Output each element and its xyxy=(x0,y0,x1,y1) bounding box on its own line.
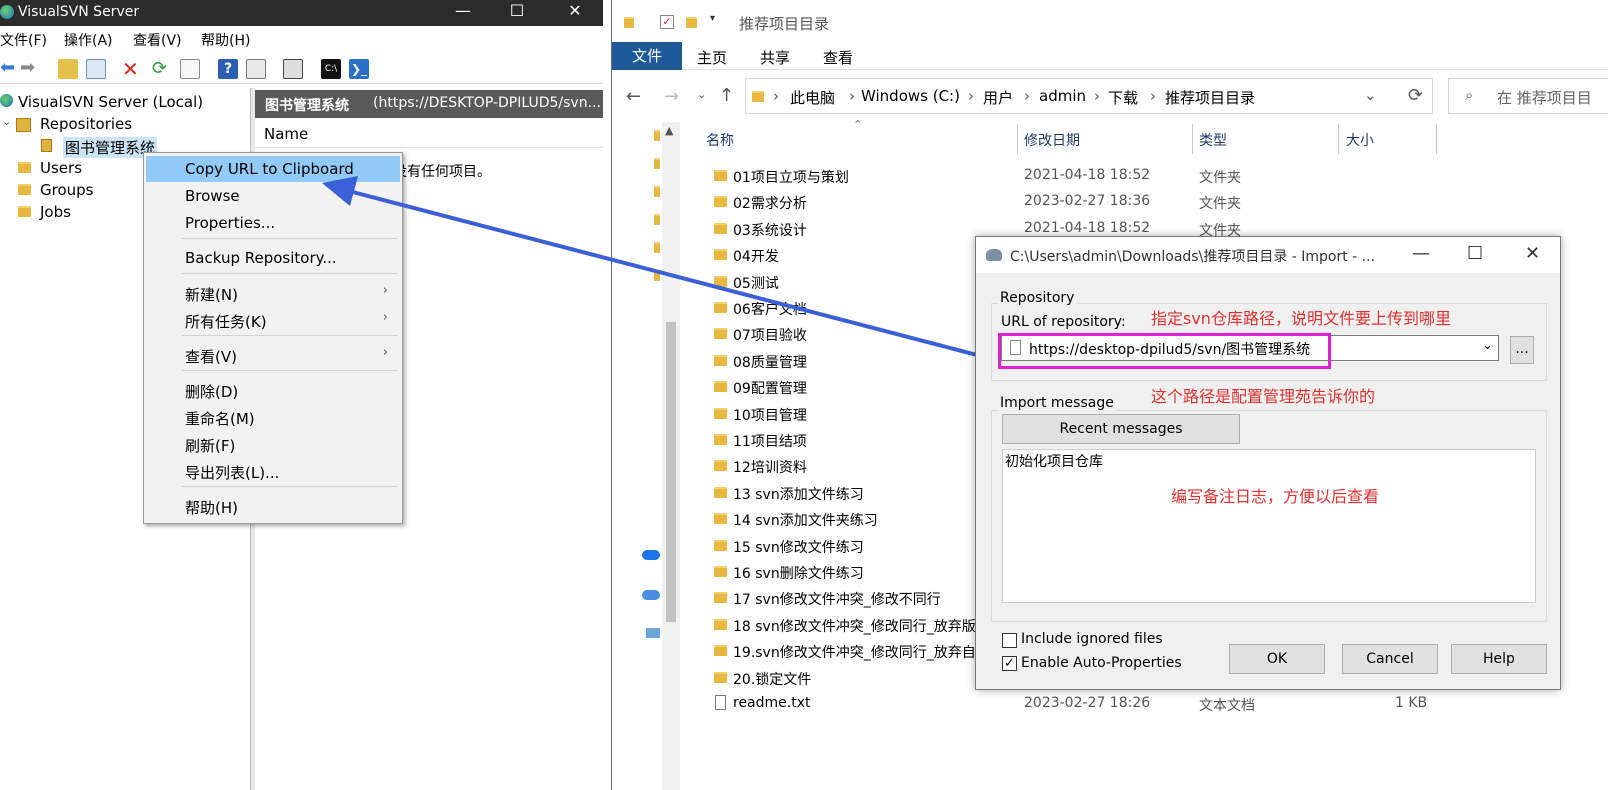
dialog-minimize-button[interactable]: — xyxy=(1412,243,1430,264)
dialog-titlebar: C:\Users\admin\Downloads\推荐项目目录 - Import… xyxy=(976,237,1560,273)
annotation-note-2: 这个路径是配置管理苑告诉你的 xyxy=(1151,387,1376,406)
ok-button[interactable]: OK xyxy=(1229,644,1325,674)
cancel-button[interactable]: Cancel xyxy=(1342,644,1438,674)
url-label: URL of repository: xyxy=(1001,314,1126,330)
message-text: 初始化项目仓库 xyxy=(1005,454,1103,470)
auto-props-label: Enable Auto-Properties xyxy=(1021,655,1182,671)
repository-group-label: Repository xyxy=(998,290,1077,306)
import-dialog: C:\Users\admin\Downloads\推荐项目目录 - Import… xyxy=(975,236,1561,690)
url-highlight-box xyxy=(998,333,1331,369)
dialog-maximize-button[interactable]: ☐ xyxy=(1467,243,1483,264)
auto-props-checkbox[interactable]: ✓ xyxy=(1002,656,1017,671)
recent-messages-button[interactable]: Recent messages xyxy=(1002,414,1240,444)
url-dropdown-icon[interactable]: ⌄ xyxy=(1482,338,1493,353)
dialog-title: C:\Users\admin\Downloads\推荐项目目录 - Import… xyxy=(1010,249,1376,265)
help-button[interactable]: Help xyxy=(1451,644,1547,674)
browse-repo-button[interactable]: ... xyxy=(1510,336,1534,364)
include-ignored-label: Include ignored files xyxy=(1021,631,1163,647)
tortoise-icon xyxy=(986,249,1002,261)
cancel-label: Cancel xyxy=(1366,651,1414,667)
annotation-note-1: 指定svn仓库路径，说明文件要上传到哪里 xyxy=(1151,309,1451,328)
browse-repo-label: ... xyxy=(1515,341,1529,357)
import-message-group-label: Import message xyxy=(998,395,1116,411)
ok-label: OK xyxy=(1266,651,1288,667)
annotation-note-3: 编写备注日志，方便以后查看 xyxy=(1171,487,1380,506)
arrow-head xyxy=(322,176,358,206)
help-label: Help xyxy=(1483,651,1515,667)
include-ignored-checkbox[interactable] xyxy=(1002,633,1017,648)
message-textarea[interactable]: 初始化项目仓库 xyxy=(1002,449,1536,603)
dialog-close-button[interactable]: ✕ xyxy=(1525,243,1540,264)
recent-messages-label: Recent messages xyxy=(1059,421,1183,437)
